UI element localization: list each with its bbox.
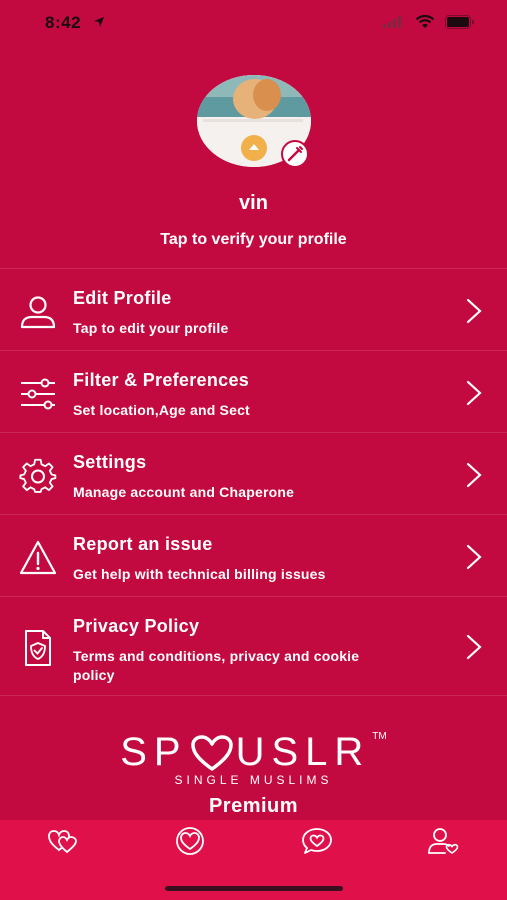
battery-icon: [445, 15, 474, 29]
menu-item-subtitle: Manage account and Chaperone: [73, 484, 295, 500]
heart-badge-icon: [176, 827, 204, 855]
menu-item-subtitle: Set location,Age and Sect: [73, 402, 250, 418]
status-time: 8:42: [45, 13, 82, 32]
user-icon: [20, 296, 56, 329]
home-indicator[interactable]: [165, 886, 343, 891]
brand-trademark: TM: [372, 731, 387, 742]
menu-item-settings[interactable]: Settings Manage account and Chaperone: [0, 433, 507, 515]
menu-item-filter-preferences[interactable]: Filter & Preferences Set location,Age an…: [0, 351, 507, 433]
menu-item-edit-profile[interactable]: Edit Profile Tap to edit your profile: [0, 269, 507, 351]
tab-likes[interactable]: [173, 826, 207, 856]
brand-tagline: SINGLE MUSLIMS: [174, 773, 333, 787]
brand-logo-left: SP: [120, 730, 188, 774]
brand-logo-right: USLR: [235, 730, 371, 774]
subscription-tier: Premium: [208, 795, 299, 817]
tab-matches[interactable]: [46, 826, 80, 856]
shield-document-icon: [25, 630, 51, 666]
chevron-right-icon: [466, 298, 482, 324]
chevron-right-icon: [466, 462, 482, 488]
menu-item-report-issue[interactable]: Report an issue Get help with technical …: [0, 515, 507, 597]
sliders-icon: [21, 378, 55, 410]
menu-item-title: Filter & Preferences: [73, 370, 250, 390]
username: vin: [239, 192, 268, 214]
menu-item-title: Report an issue: [73, 534, 213, 554]
menu-item-title: Edit Profile: [73, 288, 172, 308]
signal-icon: [383, 16, 401, 28]
status-bar: 8:42: [0, 0, 507, 48]
brand-block: SP USLR TM SINGLE MUSLIMS Premium: [0, 730, 507, 818]
chevron-right-icon: [466, 380, 482, 406]
tab-chats[interactable]: [300, 826, 334, 856]
heart-logo-icon: [190, 734, 233, 771]
warning-icon: [19, 540, 57, 575]
menu-item-title: Settings: [73, 452, 147, 472]
status-indicators: [383, 15, 475, 29]
menu-item-title: Privacy Policy: [73, 616, 200, 636]
menu-item-subtitle: Terms and conditions, privacy and cookie…: [73, 648, 360, 683]
chevron-right-icon: [466, 634, 482, 660]
location-arrow-icon: [94, 17, 104, 27]
menu-item-subtitle: Get help with technical billing issues: [73, 566, 326, 582]
tab-profile[interactable]: [427, 826, 461, 856]
syringe-icon: [287, 146, 303, 162]
verify-badge[interactable]: [281, 140, 309, 168]
chevron-right-icon: [466, 544, 482, 570]
menu-item-subtitle: Tap to edit your profile: [73, 320, 229, 336]
brand-logo: SP USLR TM: [120, 730, 387, 775]
gear-icon: [19, 458, 57, 493]
verify-profile-link[interactable]: Tap to verify your profile: [0, 231, 507, 249]
settings-menu: Edit Profile Tap to edit your profile Fi…: [0, 268, 507, 696]
profile-icon: [428, 828, 459, 854]
menu-item-privacy-policy[interactable]: Privacy Policy Terms and conditions, pri…: [0, 597, 507, 696]
wifi-icon: [415, 15, 435, 28]
hearts-icon: [48, 830, 77, 854]
heart-chat-icon: [302, 828, 332, 854]
